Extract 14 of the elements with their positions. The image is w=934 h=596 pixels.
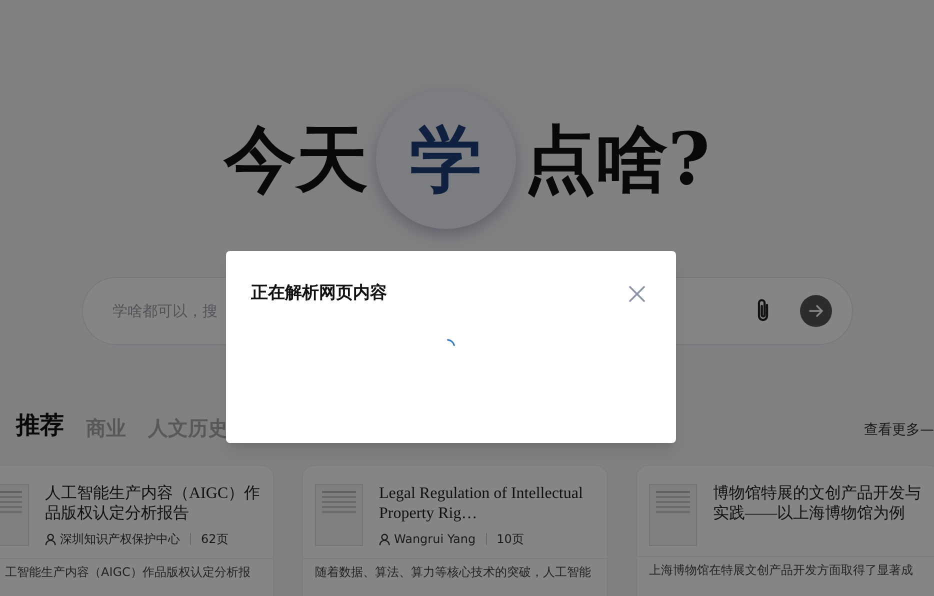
hero-heading-text: 今天 bbox=[224, 115, 368, 203]
page-count-text: 62页 bbox=[201, 531, 228, 548]
page-count-text: 10页 bbox=[496, 531, 524, 548]
document-title: 博物馆特展的文创产品开发与实践——以上海博物馆为例 bbox=[713, 484, 922, 524]
hero-heading-text: 点啥? bbox=[524, 115, 710, 203]
dialog-title: 正在解析网页内容 bbox=[251, 282, 387, 305]
hero-highlight-text: 学 bbox=[376, 89, 516, 229]
document-title: 人工智能生产内容（AIGC）作品版权认定分析报告 bbox=[45, 484, 261, 524]
document-excerpt: 随着数据、算法、算力等核心技术的突破，人工智能 bbox=[314, 565, 592, 579]
author-text: Wangrui Yang bbox=[394, 531, 476, 548]
document-excerpt: 工智能生产内容（AIGC）作品版权认定分析报 bbox=[4, 565, 252, 579]
document-title: Legal Regulation of Intellectual Property Rig… bbox=[379, 484, 584, 524]
document-excerpt: 上海博物馆在特展文创产品开发方面取得了显著成 bbox=[648, 563, 914, 577]
author-text: 深圳知识产权保护中心 bbox=[60, 531, 180, 548]
